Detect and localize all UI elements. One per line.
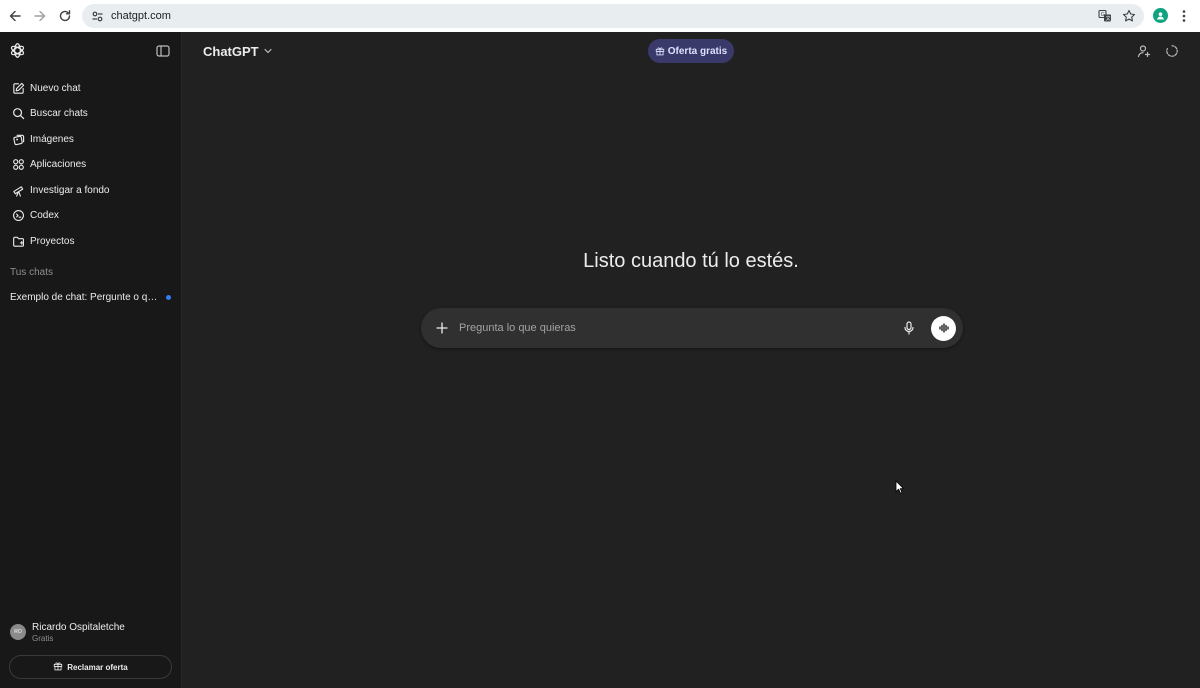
forward-arrow-icon[interactable] bbox=[27, 2, 52, 30]
offer-label: Oferta gratis bbox=[667, 45, 728, 57]
reload-icon[interactable] bbox=[52, 2, 77, 30]
sidebar-toggle-icon[interactable] bbox=[155, 43, 171, 59]
welcome-headline: Listo cuando tú lo estés. bbox=[583, 250, 799, 272]
sidebar-item-proyectos[interactable]: Proyectos bbox=[4, 229, 176, 253]
svg-text:文: 文 bbox=[1106, 15, 1111, 22]
codex-icon bbox=[6, 203, 30, 227]
unread-dot-icon bbox=[166, 294, 171, 300]
sidebar-item-label: Imágenes bbox=[30, 133, 74, 145]
user-plan: Gratis bbox=[32, 633, 54, 643]
sidebar-item-label: Buscar chats bbox=[30, 107, 88, 119]
user-name: Ricardo Ospitaletche bbox=[32, 621, 125, 633]
chevron-down-icon bbox=[263, 46, 273, 56]
translate-icon[interactable]: G文 bbox=[1096, 7, 1114, 25]
model-label: ChatGPT bbox=[203, 43, 259, 59]
extension-avatar-icon[interactable] bbox=[1153, 8, 1168, 23]
star-icon[interactable] bbox=[1120, 7, 1138, 25]
sidebar-item-label: Aplicaciones bbox=[30, 158, 87, 170]
sidebar-item-codex[interactable]: Codex bbox=[4, 203, 176, 227]
sidebar-item-imagenes[interactable]: Imágenes bbox=[4, 127, 176, 151]
plus-icon[interactable] bbox=[433, 319, 451, 337]
add-person-icon[interactable] bbox=[1136, 43, 1152, 59]
sidebar-item-label: Proyectos bbox=[30, 235, 75, 247]
site-settings-icon[interactable] bbox=[84, 4, 110, 28]
sidebar-item-buscar-chats[interactable]: Buscar chats bbox=[4, 101, 176, 125]
images-icon bbox=[6, 127, 30, 151]
avatar: RO bbox=[10, 624, 26, 640]
openai-logo-icon[interactable] bbox=[9, 42, 26, 59]
sidebar-item-label: Codex bbox=[30, 209, 59, 221]
user-profile[interactable]: RO Ricardo Ospitaletche Gratis bbox=[4, 618, 176, 646]
claim-offer-button[interactable]: Reclamar oferta bbox=[9, 655, 172, 679]
sidebar-item-label: Investigar a fondo bbox=[30, 184, 110, 196]
claim-offer-label: Reclamar oferta bbox=[67, 662, 128, 672]
microphone-icon[interactable] bbox=[901, 320, 917, 336]
chat-title: Exemplo de chat: Pergunte o que quiser bbox=[10, 291, 158, 303]
voice-mode-icon[interactable] bbox=[931, 315, 956, 341]
model-selector[interactable]: ChatGPT bbox=[203, 42, 273, 60]
gift-icon bbox=[655, 46, 665, 56]
temporary-chat-icon[interactable] bbox=[1164, 43, 1180, 59]
sidebar-item-aplicaciones[interactable]: Aplicaciones bbox=[4, 152, 176, 176]
section-title-tus-chats: Tus chats bbox=[10, 267, 53, 278]
folder-icon bbox=[6, 229, 30, 253]
prompt-input[interactable] bbox=[459, 322, 901, 334]
sidebar-item-label: Nuevo chat bbox=[30, 82, 81, 94]
main-panel: ChatGPT Oferta gratis Listo cuando tú lo… bbox=[182, 32, 1200, 688]
telescope-icon bbox=[6, 178, 30, 202]
sidebar-item-nuevo-chat[interactable]: Nuevo chat bbox=[4, 76, 176, 100]
browser-toolbar: chatgpt.com G文 bbox=[0, 0, 1200, 32]
free-offer-button[interactable]: Oferta gratis bbox=[648, 39, 734, 63]
sidebar-item-investigar[interactable]: Investigar a fondo bbox=[4, 178, 176, 202]
mouse-cursor-icon bbox=[895, 480, 905, 494]
kebab-menu-icon[interactable] bbox=[1177, 6, 1191, 26]
address-bar[interactable]: chatgpt.com G文 bbox=[82, 4, 1144, 28]
gift-icon bbox=[53, 658, 63, 676]
back-arrow-icon[interactable] bbox=[2, 2, 27, 30]
sidebar: Nuevo chat Buscar chats Imágenes Aplicac… bbox=[0, 32, 182, 688]
prompt-composer bbox=[421, 308, 963, 348]
apps-icon bbox=[6, 152, 30, 176]
edit-icon bbox=[6, 76, 30, 100]
url-text: chatgpt.com bbox=[111, 10, 171, 22]
search-icon bbox=[6, 101, 30, 125]
chat-history-item[interactable]: Exemplo de chat: Pergunte o que quiser bbox=[4, 285, 176, 309]
